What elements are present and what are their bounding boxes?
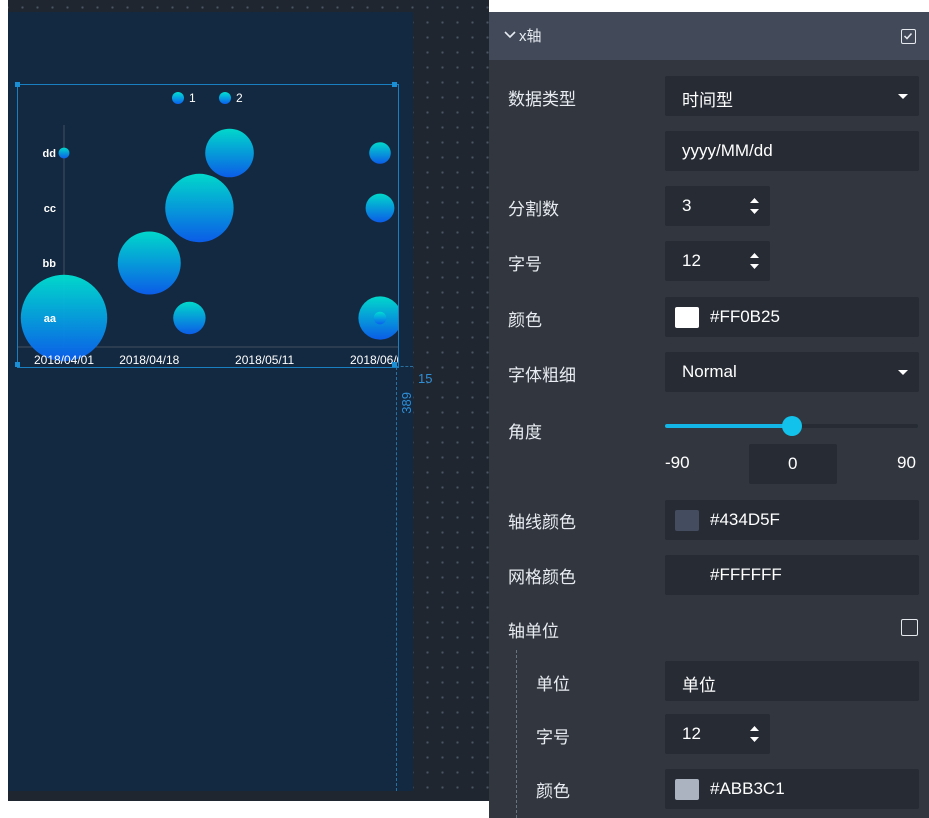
stepper-arrows-icon[interactable] [749,196,760,216]
y-tick-label: aa [44,313,57,325]
y-tick-label: cc [44,203,56,215]
unit-label: 单位 [536,675,570,694]
angle-slider-fill [665,424,792,428]
bubble-series-1 [20,274,108,362]
date-format-value: yyyy/MM/dd [682,141,773,160]
bubble-series-1 [173,301,206,335]
property-panel: x轴 数据类型 时间型 yyyy/MM/dd 分割数 3 字号 12 颜色 #F… [489,12,929,818]
bottom-border [0,801,489,818]
check-icon [903,32,913,40]
unit-input[interactable]: 单位 [665,661,919,701]
color-value: #FF0B25 [710,307,780,326]
axis-line-color-label: 轴线颜色 [508,513,576,532]
grid-color-label: 网格颜色 [508,568,576,587]
y-tick-label: dd [43,148,56,160]
bubble-series-2 [365,193,395,223]
font-weight-value: Normal [682,362,737,381]
font-weight-label: 字体粗细 [508,366,576,385]
axis-line-color-swatch[interactable] [675,510,699,531]
data-type-label: 数据类型 [508,90,576,109]
x-axis-enable-checkbox[interactable] [901,29,916,44]
bubble-series-2 [58,147,70,159]
axis-line-color-picker[interactable]: #434D5F [665,500,919,540]
axis-line-color-value: #434D5F [710,510,780,529]
color-swatch[interactable] [675,307,699,328]
x-tick-label: 2018/05/11 [235,353,294,367]
angle-min: -90 [665,453,690,472]
legend-marker-2 [219,92,231,104]
bubble-series-1 [165,173,234,243]
angle-slider[interactable] [665,416,918,436]
stepper-arrows-icon[interactable] [749,251,760,271]
font-weight-select[interactable]: Normal [665,352,919,392]
axis-unit-checkbox[interactable] [901,619,918,636]
bubble-chart: aa bb cc dd 2018/04/01 2018/04/18 2018/05/11 20… [18,91,398,367]
split-count-stepper[interactable]: 3 [665,186,770,226]
legend-label-1: 1 [189,91,196,105]
chevron-down-icon[interactable] [503,28,517,42]
legend-label-2: 2 [236,91,243,105]
unit-font-size-stepper[interactable]: 12 [665,714,770,754]
font-size-label: 字号 [508,255,542,274]
angle-value: 0 [788,454,798,473]
bubble-series-1 [205,128,254,178]
unit-value: 单位 [682,676,716,695]
x-axis-section-header[interactable]: x轴 [489,12,929,60]
unit-color-value: #ABB3C1 [710,779,785,798]
color-picker[interactable]: #FF0B25 [665,297,919,337]
unit-font-size-label: 字号 [536,728,570,747]
split-count-value: 3 [682,196,692,215]
left-border [0,0,8,818]
split-count-label: 分割数 [508,200,559,219]
dropdown-arrow-icon [898,370,908,375]
data-type-select[interactable]: 时间型 [665,76,919,116]
unit-color-label: 颜色 [536,782,570,801]
bubble-chart-widget[interactable]: aa bb cc dd 2018/04/01 2018/04/18 2018/05/11 20… [17,84,399,368]
x-tick-label: 2018/04/01 [34,353,94,367]
dropdown-arrow-icon [898,94,908,99]
stepper-arrows-icon[interactable] [749,724,760,744]
grid-color-picker[interactable]: #FFFFFF [665,555,919,595]
resize-handle-bottom-left[interactable] [15,362,20,367]
legend-marker-1 [172,92,184,104]
resize-handle-bottom-right[interactable] [392,362,397,367]
y-tick-label: bb [43,258,57,270]
resize-handle-top-left[interactable] [15,82,20,87]
distance-right-label: 15 [418,371,433,386]
angle-input[interactable]: 0 [749,444,837,484]
date-format-input[interactable]: yyyy/MM/dd [665,131,919,171]
x-tick-label: 2018/06/03 [350,353,398,367]
section-title: x轴 [519,28,542,45]
resize-handle-top-right[interactable] [392,82,397,87]
grid-color-value: #FFFFFF [710,565,782,584]
unit-color-swatch[interactable] [675,779,699,800]
unit-font-size-value: 12 [682,724,701,743]
x-tick-label: 2018/04/18 [119,353,179,367]
angle-max: 90 [897,453,916,472]
angle-slider-handle[interactable] [781,416,802,436]
indent-guide [516,650,517,818]
font-size-stepper[interactable]: 12 [665,241,770,281]
distance-guide-vertical [396,367,397,791]
font-size-value: 12 [682,251,701,270]
unit-color-picker[interactable]: #ABB3C1 [665,769,919,809]
color-label: 颜色 [508,311,542,330]
bubble-series-1 [117,231,181,295]
data-type-value: 时间型 [682,91,733,110]
bubble-series-2 [369,142,391,164]
angle-label: 角度 [508,423,542,442]
axis-unit-label: 轴单位 [508,622,559,641]
distance-bottom-label: 389 [399,392,414,414]
bubble-series-2 [373,311,387,325]
